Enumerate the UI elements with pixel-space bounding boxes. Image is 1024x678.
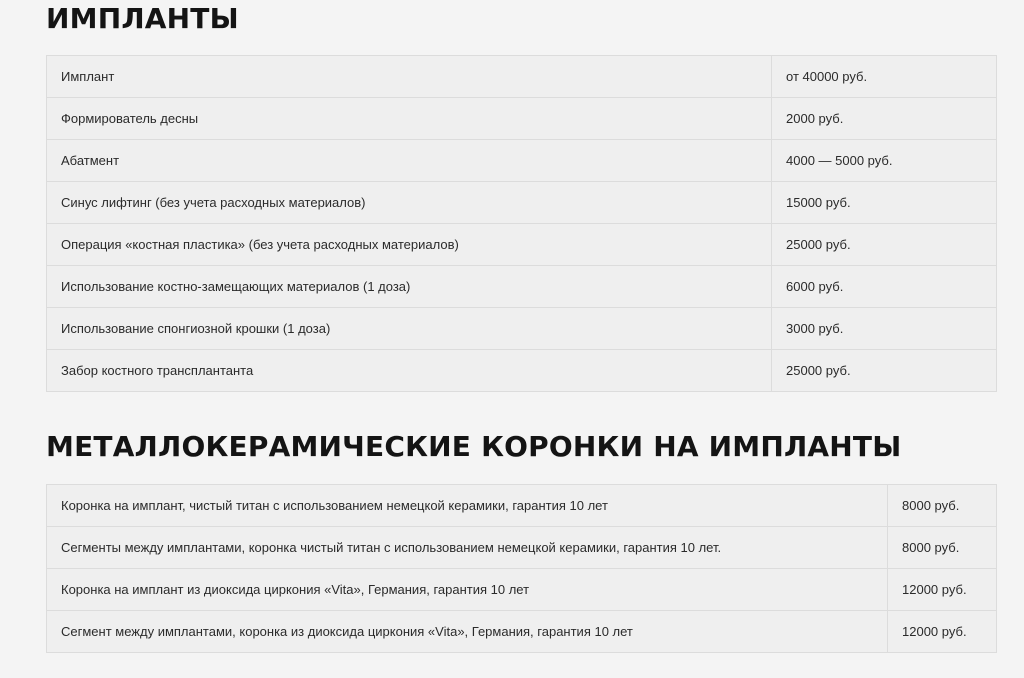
section-title-implants: ИМПЛАНТЫ bbox=[46, 2, 239, 35]
price-cell: 8000 руб. bbox=[887, 526, 997, 569]
price-cell: 3000 руб. bbox=[771, 307, 997, 350]
table-row: Сегмент между имплантами, коронка из дио… bbox=[46, 610, 997, 653]
table-row: Сегменты между имплантами, коронка чисты… bbox=[46, 526, 997, 569]
service-cell: Коронка на имплант, чистый титан с испол… bbox=[46, 484, 888, 527]
price-cell: 12000 руб. bbox=[887, 610, 997, 653]
service-cell: Абатмент bbox=[46, 139, 772, 182]
table-row: Коронка на имплант из диоксида циркония … bbox=[46, 568, 997, 611]
price-cell: 2000 руб. bbox=[771, 97, 997, 140]
price-table-crowns: Коронка на имплант, чистый титан с испол… bbox=[46, 484, 997, 653]
price-cell: 6000 руб. bbox=[771, 265, 997, 308]
table-row: Коронка на имплант, чистый титан с испол… bbox=[46, 484, 997, 527]
service-cell: Использование костно-замещающих материал… bbox=[46, 265, 772, 308]
service-cell: Сегмент между имплантами, коронка из дио… bbox=[46, 610, 888, 653]
price-table-implants: Имплант от 40000 руб. Формирователь десн… bbox=[46, 55, 997, 392]
table-row: Использование спонгиозной крошки (1 доза… bbox=[46, 307, 997, 350]
table-row: Синус лифтинг (без учета расходных матер… bbox=[46, 181, 997, 224]
price-cell: от 40000 руб. bbox=[771, 55, 997, 98]
table-row: Абатмент 4000 — 5000 руб. bbox=[46, 139, 997, 182]
service-cell: Имплант bbox=[46, 55, 772, 98]
price-cell: 25000 руб. bbox=[771, 223, 997, 266]
section-title-metal-ceramic-crowns: МЕТАЛЛОКЕРАМИЧЕСКИЕ КОРОНКИ НА ИМПЛАНТЫ bbox=[46, 430, 902, 463]
service-cell: Сегменты между имплантами, коронка чисты… bbox=[46, 526, 888, 569]
service-cell: Операция «костная пластика» (без учета р… bbox=[46, 223, 772, 266]
service-cell: Коронка на имплант из диоксида циркония … bbox=[46, 568, 888, 611]
service-cell: Синус лифтинг (без учета расходных матер… bbox=[46, 181, 772, 224]
price-cell: 25000 руб. bbox=[771, 349, 997, 392]
service-cell: Забор костного трансплантанта bbox=[46, 349, 772, 392]
price-page: ИМПЛАНТЫ Имплант от 40000 руб. Формирова… bbox=[0, 0, 1024, 678]
service-cell: Использование спонгиозной крошки (1 доза… bbox=[46, 307, 772, 350]
table-row: Использование костно-замещающих материал… bbox=[46, 265, 997, 308]
table-row: Операция «костная пластика» (без учета р… bbox=[46, 223, 997, 266]
table-row: Формирователь десны 2000 руб. bbox=[46, 97, 997, 140]
service-cell: Формирователь десны bbox=[46, 97, 772, 140]
price-cell: 8000 руб. bbox=[887, 484, 997, 527]
price-cell: 15000 руб. bbox=[771, 181, 997, 224]
table-row: Имплант от 40000 руб. bbox=[46, 55, 997, 98]
price-cell: 4000 — 5000 руб. bbox=[771, 139, 997, 182]
price-cell: 12000 руб. bbox=[887, 568, 997, 611]
table-row: Забор костного трансплантанта 25000 руб. bbox=[46, 349, 997, 392]
